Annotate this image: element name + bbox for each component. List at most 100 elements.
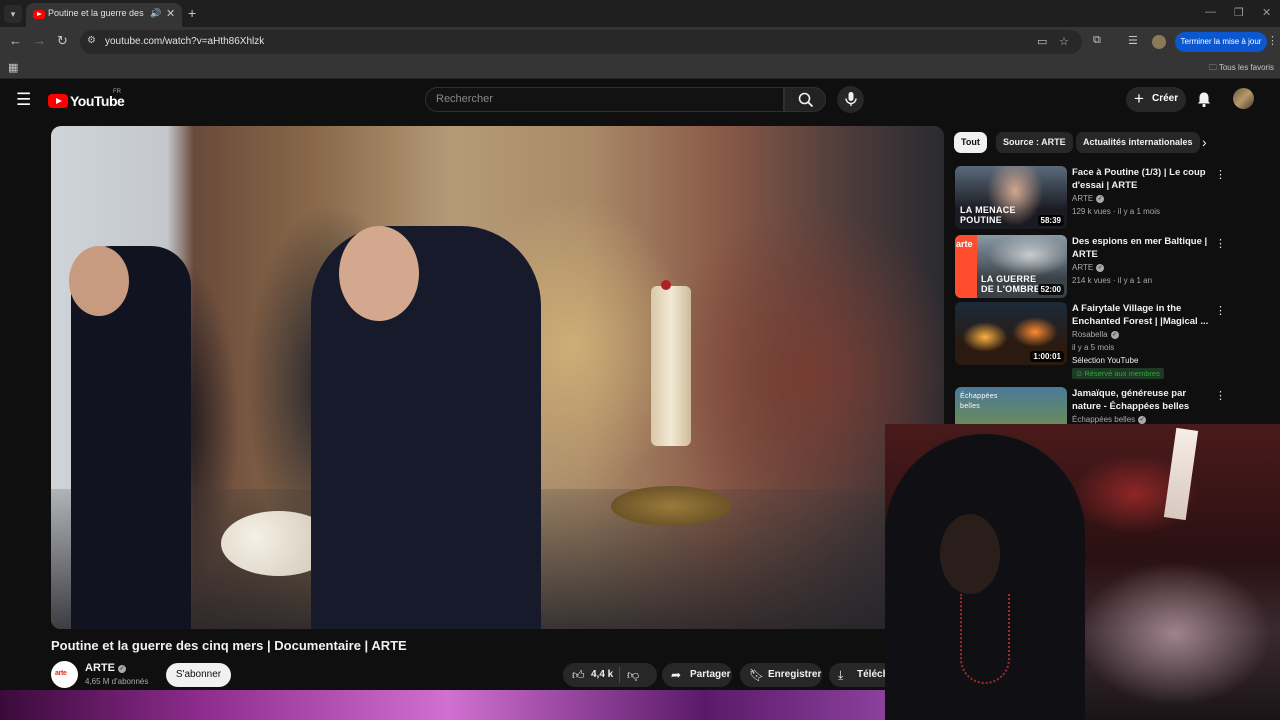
bookmarks-bar: ▦ 🗀 Tous les favoris [0, 57, 1280, 79]
recommendation-channel: ARTE ✓ [1072, 194, 1105, 203]
update-button[interactable]: Terminer la mise à jour [1175, 32, 1267, 52]
recommendation-item[interactable]: LA MENACE POUTINE 58:39 Face à Poutine (… [954, 166, 1280, 232]
verified-check-icon: ✓ [1096, 195, 1105, 203]
guide-menu-icon[interactable]: ☰ [16, 91, 31, 108]
recommendation-channel-name: ARTE [1072, 263, 1094, 272]
chip-all[interactable]: Tout [954, 132, 987, 153]
verified-check-icon: ✓ [1110, 331, 1119, 339]
search-input[interactable]: Rechercher [425, 87, 784, 112]
webcam-overlay [885, 424, 1280, 720]
thumbnail-caption: LA GUERRE DE L'OMBRE [981, 274, 1041, 294]
back-icon[interactable]: ← [9, 33, 22, 48]
reload-icon[interactable]: ↻ [57, 33, 68, 49]
chip-source-arte[interactable]: Source : ARTE [996, 132, 1073, 153]
search-button[interactable] [784, 87, 826, 112]
restore-icon[interactable]: ❐ [1234, 6, 1244, 19]
browser-tab[interactable]: Poutine et la guerre des cinq mers | Doc… [26, 3, 182, 27]
microphone-icon [845, 92, 857, 106]
video-duration: 58:39 [1037, 215, 1064, 226]
reading-list-icon[interactable]: ☰ [1128, 34, 1138, 47]
members-only-badge: ⊙ Réservé aux membres [1072, 368, 1164, 379]
video-frame-candle-stand [611, 486, 731, 526]
channel-name-link[interactable]: ARTE ✓ [85, 662, 126, 674]
recommendation-channel-name: ARTE [1072, 194, 1094, 203]
share-button[interactable]: ➦ Partager [662, 663, 732, 687]
recommendation-title: Face à Poutine (1/3) | Le coup d'essai |… [1072, 167, 1206, 191]
account-avatar[interactable] [1233, 88, 1254, 109]
chevron-right-icon[interactable]: › [1202, 134, 1207, 150]
voice-search-button[interactable] [837, 86, 864, 113]
recommendation-channel: ARTE ✓ [1072, 263, 1105, 272]
video-frame-candle [651, 286, 691, 446]
channel-avatar[interactable]: arte [51, 661, 78, 688]
minimize-icon[interactable]: — [1205, 6, 1216, 18]
channel-name: ARTE [85, 662, 115, 674]
recommendation-meta: 129 k vues · il y a 1 mois [1072, 207, 1161, 216]
video-duration: 52:00 [1037, 284, 1064, 295]
like-dislike-group: 👍︎ 4,4 k 👎︎ [563, 663, 657, 687]
video-frame-flame [661, 280, 671, 290]
download-icon: ⤓ [838, 668, 844, 682]
recommendation-channel-name: Rosabella [1072, 330, 1108, 339]
more-actions-icon[interactable]: ⋮ [1215, 237, 1226, 250]
webcam-face [940, 514, 1000, 594]
extensions-icon[interactable]: ⧉ [1093, 34, 1101, 47]
forward-icon[interactable]: → [33, 33, 46, 48]
thumbs-up-icon[interactable]: 👍︎ [572, 663, 585, 687]
close-tab-icon[interactable]: ✕ [166, 7, 175, 20]
site-info-icon[interactable]: ⚙ [87, 35, 96, 46]
recommendation-channel: Échappées belles ✓ [1072, 415, 1147, 424]
close-window-icon[interactable]: ✕ [1262, 6, 1271, 19]
profile-icon[interactable] [1152, 35, 1166, 49]
tab-title: Poutine et la guerre des cinq mers | Doc… [48, 8, 146, 18]
tab-search-button[interactable]: ▾ [4, 5, 22, 23]
more-actions-icon[interactable]: ⋮ [1215, 389, 1226, 402]
thumbs-down-icon[interactable]: 👎︎ [627, 663, 639, 687]
video-duration: 1:00:01 [1030, 351, 1064, 362]
speaker-icon[interactable]: 🔊 [150, 8, 161, 19]
video-player[interactable] [51, 126, 944, 629]
filter-chips: Tout Source : ARTE Actualités internatio… [954, 132, 1220, 153]
arte-badge: arte [955, 235, 977, 298]
more-actions-icon[interactable]: ⋮ [1215, 168, 1226, 181]
plus-icon: + [1134, 89, 1144, 108]
apps-grid-icon[interactable]: ▦ [8, 61, 18, 74]
new-tab-icon[interactable]: + [188, 5, 196, 21]
verified-check-icon: ✓ [1138, 416, 1147, 424]
like-count[interactable]: 4,4 k [591, 663, 613, 687]
country-code: FR [113, 89, 121, 95]
subscribe-button[interactable]: S'abonner [166, 663, 231, 687]
youtube-header: ☰ YouTube FR Rechercher + Créer [0, 79, 1280, 121]
thumbnail-caption: LA MENACE POUTINE [960, 205, 1016, 225]
share-label: Partager [690, 669, 731, 680]
arte-badge-text: arte [956, 239, 973, 249]
thumbnail-caption: Échappées belles [960, 393, 998, 410]
save-playlist-icon: 🔖︎ [749, 668, 765, 682]
recommendation-channel-name: Échappées belles [1072, 415, 1136, 424]
video-thumbnail[interactable]: arte LA GUERRE DE L'OMBRE 52:00 [955, 235, 1067, 298]
recommendation-meta: 214 k vues · il y a 1 an [1072, 276, 1153, 285]
video-frame-head-center [339, 226, 419, 321]
webcam-necklace [960, 594, 1010, 684]
video-thumbnail[interactable]: LA MENACE POUTINE 58:39 [955, 166, 1067, 229]
all-bookmarks-label: Tous les favoris [1218, 63, 1274, 72]
chip-international-news[interactable]: Actualités internationales [1076, 132, 1200, 153]
save-button[interactable]: 🔖︎ Enregistrer [740, 663, 822, 687]
video-thumbnail[interactable]: 1:00:01 [955, 302, 1067, 365]
youtube-favicon-icon [33, 10, 45, 19]
recommendation-item[interactable]: 1:00:01 A Fairytale Village in the Encha… [954, 302, 1280, 384]
youtube-play-icon [48, 94, 68, 108]
logo-wordmark: YouTube [70, 93, 125, 109]
recommendation-item[interactable]: arte LA GUERRE DE L'OMBRE 52:00 Des espi… [954, 235, 1280, 301]
recommendation-title: A Fairytale Village in the Enchanted For… [1072, 303, 1209, 327]
more-actions-icon[interactable]: ⋮ [1215, 304, 1226, 317]
address-bar[interactable]: ⚙ youtube.com/watch?v=aHth86Xhlzk ▭ ☆ [80, 30, 1082, 54]
notifications-bell-icon[interactable] [1196, 91, 1212, 108]
verified-check-icon: ✓ [117, 665, 126, 673]
recommendation-channel: Rosabella ✓ [1072, 330, 1119, 339]
bookmark-star-icon[interactable]: ☆ [1059, 35, 1069, 48]
browser-menu-icon[interactable]: ⋮ [1267, 34, 1278, 47]
cast-icon[interactable]: ▭ [1037, 35, 1047, 48]
all-bookmarks-link[interactable]: 🗀 Tous les favoris [1209, 62, 1274, 76]
create-button[interactable]: + Créer [1126, 87, 1186, 112]
